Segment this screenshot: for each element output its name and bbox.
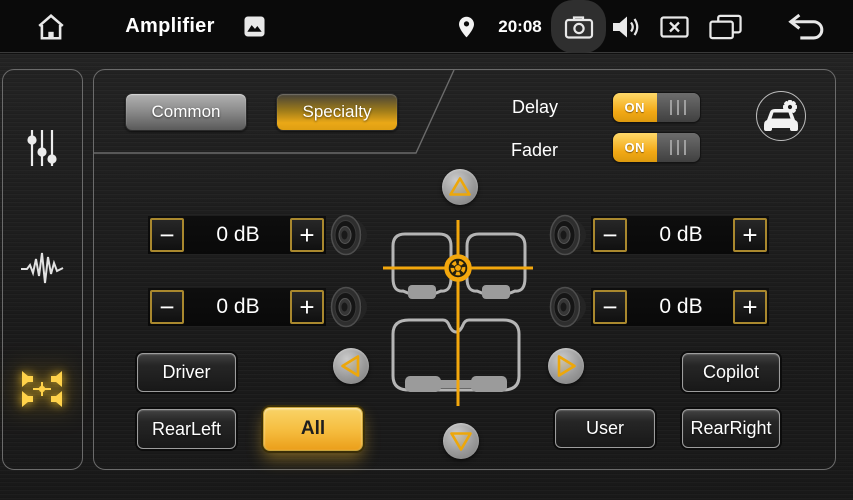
close-icon (660, 15, 689, 39)
sidebar-item-sound-effect[interactable] (20, 246, 64, 290)
location-pin-icon (458, 0, 474, 53)
arrow-left-icon (333, 348, 369, 384)
front-right-gain-value: 0 dB (629, 216, 733, 254)
rear-left-minus-button[interactable]: − (150, 290, 184, 324)
front-right-minus-button[interactable]: − (593, 218, 627, 252)
zone-rearleft-label: RearLeft (152, 419, 221, 440)
waveform-icon (20, 246, 64, 290)
delay-toggle-on: ON (613, 93, 657, 122)
rear-right-plus-button[interactable]: + (733, 290, 767, 324)
back-button[interactable] (786, 0, 828, 53)
tab-common-label: Common (152, 102, 221, 122)
page-title: Amplifier (125, 0, 215, 53)
gain-row-rear-left: − 0 dB + (148, 288, 378, 326)
equalizer-sliders-icon (24, 126, 60, 170)
sidebar-item-equalizer[interactable] (20, 126, 64, 170)
front-left-plus-button[interactable]: + (290, 218, 324, 252)
rear-right-gain-value: 0 dB (629, 288, 733, 326)
zone-rearleft-button[interactable]: RearLeft (137, 409, 236, 449)
zone-driver-label: Driver (163, 362, 211, 383)
front-left-minus-button[interactable]: − (150, 218, 184, 252)
tab-specialty-label: Specialty (303, 102, 372, 122)
car-settings-icon (761, 98, 801, 134)
balance-up-button[interactable] (442, 169, 478, 205)
zone-user-button[interactable]: User (555, 409, 655, 448)
gallery-icon[interactable] (242, 0, 266, 53)
rear-left-gain-value: 0 dB (186, 288, 290, 326)
sidebar-item-fader-active[interactable] (20, 367, 64, 411)
top-status-bar: Amplifier 20:08 (0, 0, 853, 53)
rear-right-speaker-icon (549, 285, 589, 329)
recent-apps-icon (709, 14, 742, 40)
tab-common[interactable]: Common (125, 93, 247, 131)
fader-balance-speakers-icon (20, 367, 64, 411)
delay-toggle-grip (657, 93, 701, 122)
fader-toggle-on: ON (613, 133, 657, 162)
volume-icon (613, 15, 641, 39)
head-unit-screen: Amplifier 20:08 (0, 0, 853, 500)
gain-row-front-left: − 0 dB + (148, 216, 378, 254)
zone-copilot-label: Copilot (703, 362, 759, 383)
balance-left-button[interactable] (333, 348, 369, 384)
zone-copilot-button[interactable]: Copilot (682, 353, 780, 392)
back-icon (786, 13, 828, 40)
delay-toggle[interactable]: ON (613, 93, 700, 122)
arrow-right-icon (548, 348, 584, 384)
rear-left-speaker-icon (330, 285, 370, 329)
volume-button[interactable] (613, 0, 641, 53)
balance-right-button[interactable] (548, 348, 584, 384)
zone-user-label: User (586, 418, 624, 439)
screenshot-button[interactable] (551, 0, 606, 53)
zone-rearright-label: RearRight (690, 418, 771, 439)
front-right-speaker-icon (549, 213, 589, 257)
front-left-speaker-icon (330, 213, 370, 257)
close-app-button[interactable] (659, 0, 689, 53)
home-button[interactable] (32, 0, 70, 53)
arrow-up-icon (442, 169, 478, 205)
tab-specialty[interactable]: Specialty (276, 93, 398, 131)
rear-right-minus-button[interactable]: − (593, 290, 627, 324)
clock: 20:08 (496, 0, 544, 53)
zone-all-button[interactable]: All (263, 407, 363, 451)
rear-left-plus-button[interactable]: + (290, 290, 324, 324)
front-left-gain-value: 0 dB (186, 216, 290, 254)
zone-rearright-button[interactable]: RearRight (682, 409, 780, 448)
delay-label: Delay (458, 97, 558, 118)
front-right-plus-button[interactable]: + (733, 218, 767, 252)
zone-all-label: All (301, 418, 325, 440)
car-settings-button[interactable] (756, 91, 806, 141)
fader-toggle-grip (657, 133, 701, 162)
recent-apps-button[interactable] (708, 0, 742, 53)
fader-toggle[interactable]: ON (613, 133, 700, 162)
arrow-down-icon (443, 423, 479, 459)
gain-row-rear-right: − 0 dB + (549, 288, 779, 326)
home-icon (36, 12, 66, 42)
camera-icon (563, 13, 595, 41)
gain-row-front-right: − 0 dB + (549, 216, 779, 254)
zone-driver-button[interactable]: Driver (137, 353, 236, 392)
balance-down-button[interactable] (443, 423, 479, 459)
fader-label: Fader (458, 140, 558, 161)
